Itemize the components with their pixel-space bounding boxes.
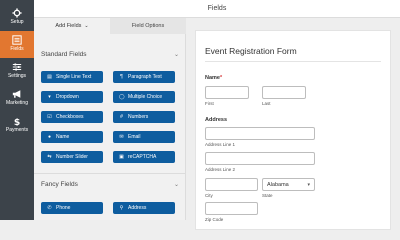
- field-button-label: Single Line Text: [56, 74, 92, 80]
- dropdown-icon: ▾: [48, 93, 51, 100]
- envelope-icon: ✉: [119, 133, 124, 140]
- slider-icon: ⇆: [47, 153, 52, 160]
- field-checkboxes-button[interactable]: ☑ Checkboxes: [41, 111, 103, 123]
- svg-text:$: $: [14, 117, 20, 126]
- name-field-label: Name*: [205, 75, 222, 81]
- form-preview: Event Registration Form Name* First Last…: [195, 30, 391, 230]
- field-recaptcha-button[interactable]: ▣ reCAPTCHA: [113, 151, 175, 163]
- tab-label: Add Fields: [55, 23, 82, 29]
- address-field-label: Address: [205, 117, 228, 123]
- paragraph-icon: ¶: [120, 73, 123, 80]
- field-single-line-text-button[interactable]: ▤ Single Line Text: [41, 71, 103, 83]
- state-sublabel: State: [262, 193, 273, 198]
- field-button-label: Dropdown: [56, 94, 79, 100]
- nav-label: Fields: [10, 46, 24, 52]
- last-sublabel: Last: [262, 101, 271, 106]
- field-paragraph-text-button[interactable]: ¶ Paragraph Text: [113, 71, 175, 83]
- text-line-icon: ▤: [47, 73, 52, 80]
- chevron-down-icon: ⌄: [173, 181, 179, 188]
- nav-payments[interactable]: $ Payments: [0, 112, 34, 139]
- panel-tabs: Add Fields ⌄ Field Options: [34, 18, 186, 34]
- nav-label: Payments: [5, 127, 29, 133]
- standard-fields-header[interactable]: Standard Fields ⌄: [41, 48, 181, 60]
- map-pin-icon: ⚲: [119, 204, 124, 211]
- field-button-label: Multiple Choice: [128, 94, 163, 100]
- address-line1-sublabel: Address Line 1: [205, 142, 236, 147]
- state-select[interactable]: Alabama ▾: [262, 178, 315, 191]
- field-numbers-button[interactable]: # Numbers: [113, 111, 175, 123]
- nav-label: Settings: [7, 73, 27, 79]
- form-title[interactable]: Event Registration Form: [205, 46, 297, 56]
- field-email-button[interactable]: ✉ Email: [113, 131, 175, 143]
- city-sublabel: City: [205, 193, 213, 198]
- chevron-down-icon: ▾: [307, 181, 310, 188]
- city-input[interactable]: [205, 178, 258, 191]
- checkbox-icon: ☑: [47, 113, 52, 120]
- field-name-button[interactable]: ● Name: [41, 131, 103, 143]
- sliders-icon: [12, 63, 22, 71]
- nav-marketing[interactable]: Marketing: [0, 85, 34, 112]
- name-label-text: Name: [205, 75, 220, 81]
- list-icon: [12, 35, 22, 45]
- field-button-label: Name: [56, 134, 70, 140]
- chevron-down-icon: ⌄: [173, 51, 179, 58]
- field-phone-button[interactable]: ✆ Phone: [41, 202, 103, 214]
- form-divider: [205, 61, 381, 62]
- tab-add-fields[interactable]: Add Fields ⌄: [34, 18, 110, 34]
- section-title: Standard Fields: [41, 50, 87, 58]
- zip-code-sublabel: Zip Code: [205, 217, 224, 222]
- nav-label: Setup: [10, 19, 24, 25]
- nav-label: Marketing: [6, 100, 28, 106]
- nav-fields[interactable]: Fields: [0, 31, 34, 58]
- first-sublabel: First: [205, 101, 214, 106]
- builder-sidebar: Setup Fields Settings Marketing $ Paymen…: [0, 0, 34, 220]
- radio-list-icon: ◯: [119, 93, 125, 100]
- field-button-label: Email: [128, 134, 141, 140]
- gear-icon: [12, 8, 22, 18]
- required-marker: *: [219, 75, 223, 81]
- address-line2-input[interactable]: [205, 152, 315, 165]
- first-name-input[interactable]: [205, 86, 249, 99]
- form-preview-area: Event Registration Form Name* First Last…: [186, 18, 400, 230]
- tab-field-options[interactable]: Field Options: [110, 18, 186, 34]
- field-number-slider-button[interactable]: ⇆ Number Slider: [41, 151, 103, 163]
- field-button-label: Phone: [56, 205, 71, 211]
- robot-icon: ▣: [119, 153, 124, 160]
- phone-icon: ✆: [47, 204, 52, 211]
- field-address-button[interactable]: ⚲ Address: [113, 202, 175, 214]
- field-button-label: Number Slider: [56, 154, 88, 160]
- user-icon: ●: [47, 133, 52, 140]
- field-multiple-choice-button[interactable]: ◯ Multiple Choice: [113, 91, 175, 103]
- field-dropdown-button[interactable]: ▾ Dropdown: [41, 91, 103, 103]
- tab-label: Field Options: [131, 23, 165, 29]
- page-title: Fields: [207, 5, 227, 12]
- chevron-down-icon: ⌄: [84, 23, 89, 29]
- section-title: Fancy Fields: [41, 180, 78, 188]
- field-button-label: reCAPTCHA: [128, 154, 157, 160]
- dollar-icon: $: [14, 117, 20, 126]
- field-button-label: Address: [128, 205, 147, 211]
- hash-icon: #: [120, 113, 123, 120]
- nav-setup[interactable]: Setup: [0, 4, 34, 31]
- fancy-fields-header[interactable]: Fancy Fields ⌄: [41, 178, 181, 190]
- megaphone-icon: [12, 90, 21, 98]
- fields-panel: Add Fields ⌄ Field Options Standard Fiel…: [34, 18, 186, 220]
- last-name-input[interactable]: [262, 86, 306, 99]
- field-button-label: Paragraph Text: [128, 74, 162, 80]
- address-line2-sublabel: Address Line 2: [205, 167, 236, 172]
- top-header: Fields: [34, 0, 400, 18]
- field-button-label: Checkboxes: [56, 114, 84, 120]
- zip-code-input[interactable]: [205, 202, 258, 215]
- section-divider: [34, 173, 186, 174]
- field-button-label: Numbers: [128, 114, 149, 120]
- state-value: Alabama: [267, 181, 289, 188]
- nav-settings[interactable]: Settings: [0, 58, 34, 85]
- address-line1-input[interactable]: [205, 127, 315, 140]
